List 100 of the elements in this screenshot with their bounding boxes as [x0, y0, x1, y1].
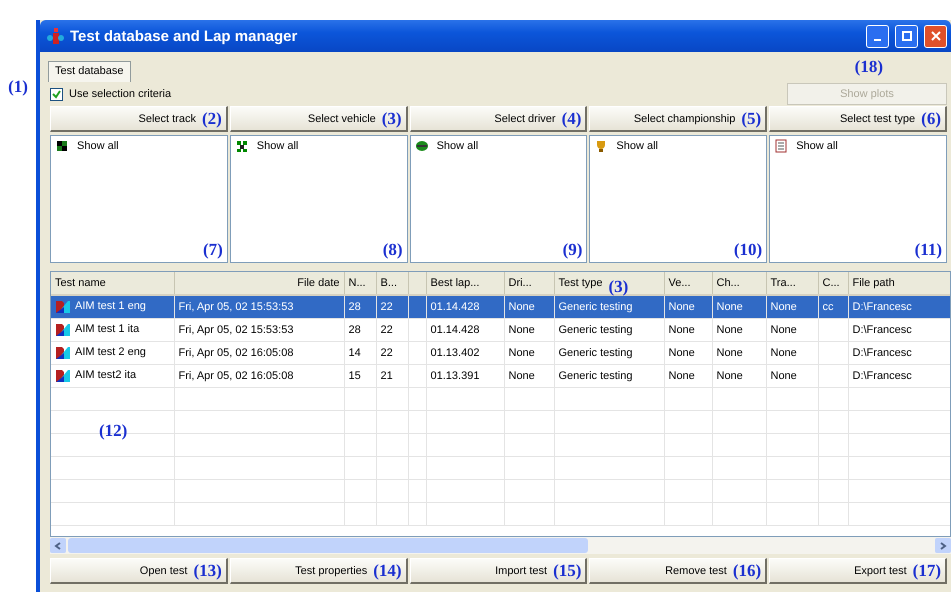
table-cell: None — [664, 342, 712, 364]
button-label: Select track — [138, 112, 196, 124]
table-cell: None — [664, 364, 712, 388]
callout-label: (18) — [854, 58, 883, 76]
button-label: Select test type — [840, 112, 916, 124]
close-button[interactable] — [924, 24, 947, 48]
column-header[interactable]: B... — [376, 272, 408, 295]
button-label: Import test — [495, 564, 548, 576]
checkbox-label: Use selection criteria — [69, 88, 172, 100]
column-header[interactable]: File date — [174, 272, 344, 295]
table-cell: Generic testing — [554, 364, 664, 388]
callout-label: (14) — [373, 562, 402, 580]
table-cell: AIM test 1 eng — [51, 295, 174, 318]
column-header[interactable]: Ve... — [664, 272, 712, 295]
table-cell: None — [766, 295, 818, 318]
column-header[interactable]: Best lap... — [426, 272, 504, 295]
select-button[interactable]: Select test type (6) — [769, 106, 947, 132]
table-cell: 22 — [376, 295, 408, 318]
column-header[interactable]: Dri... — [504, 272, 554, 295]
table-cell: D:\Francesc — [848, 364, 950, 388]
table-cell: 28 — [344, 318, 376, 342]
table-cell: 22 — [376, 342, 408, 364]
table-cell: Generic testing — [554, 295, 664, 318]
select-button[interactable]: Select track (2) — [50, 106, 228, 132]
callout-label: (12) — [99, 422, 128, 440]
callout-label: (13) — [193, 562, 222, 580]
button-label: Remove test — [665, 564, 727, 576]
button-label: Export test — [854, 564, 907, 576]
checkered-icon — [234, 139, 249, 153]
table-cell: None — [664, 295, 712, 318]
table-cell: AIM test2 ita — [51, 364, 174, 388]
table-cell: None — [712, 318, 766, 342]
table-cell — [818, 318, 848, 342]
minimize-button[interactable] — [866, 24, 889, 48]
table-cell: None — [504, 342, 554, 364]
table-cell: 01.13.402 — [426, 342, 504, 364]
list-item[interactable]: Show all — [436, 140, 478, 152]
column-header[interactable]: Tra... — [766, 272, 818, 295]
table-cell: Fri, Apr 05, 02 15:53:53 — [174, 295, 344, 318]
maximize-icon — [902, 31, 912, 41]
table-cell: D:\Francesc — [848, 295, 950, 318]
table-cell: None — [712, 364, 766, 388]
table-cell: 01.13.391 — [426, 364, 504, 388]
callout-label: (1) — [8, 78, 28, 96]
callout-label: (2) — [202, 110, 222, 128]
table-cell: 28 — [344, 295, 376, 318]
callout-label: (4) — [562, 110, 582, 128]
table-cell: None — [504, 295, 554, 318]
select-button[interactable]: Select vehicle (3) — [230, 106, 408, 132]
table-cell: AIM test 2 eng — [51, 342, 174, 364]
table-cell: AIM test 1 ita — [51, 318, 174, 342]
action-button[interactable]: Import test (15) — [410, 558, 588, 584]
minimize-icon — [874, 39, 881, 41]
column-header[interactable]: Test name — [51, 272, 174, 295]
button-label: Select championship — [634, 112, 736, 124]
table-cell: None — [766, 342, 818, 364]
action-button[interactable]: Remove test (16) — [589, 558, 768, 584]
select-button[interactable]: Select driver (4) — [410, 106, 588, 132]
column-header[interactable]: Test type (3) — [554, 272, 664, 295]
table-cell: None — [504, 318, 554, 342]
horizontal-scrollbar[interactable] — [50, 537, 951, 554]
table-cell: None — [504, 364, 554, 388]
table-cell — [408, 342, 426, 364]
table-cell: None — [766, 318, 818, 342]
column-header[interactable]: C... — [818, 272, 848, 295]
list-item[interactable]: Show all — [77, 140, 119, 152]
table-cell — [408, 295, 426, 318]
column-header[interactable]: Ch... — [712, 272, 766, 295]
list-icon — [774, 139, 788, 153]
tab[interactable]: Test database — [48, 61, 130, 82]
maximize-button[interactable] — [895, 24, 918, 48]
list-item[interactable]: Show all — [256, 140, 298, 152]
table-cell: 01.14.428 — [426, 295, 504, 318]
callout-label: (17) — [912, 562, 941, 580]
table-cell: Generic testing — [554, 342, 664, 364]
checkbox[interactable] — [50, 88, 63, 100]
flag-icon — [55, 139, 69, 153]
button-label: Select vehicle — [308, 112, 376, 124]
column-header[interactable]: N... — [344, 272, 376, 295]
table-cell: None — [712, 295, 766, 318]
table-cell: 01.14.428 — [426, 318, 504, 342]
callout-label: (16) — [732, 562, 762, 580]
callout-label: (9) — [562, 241, 582, 259]
column-header[interactable]: File path — [848, 272, 950, 295]
select-button[interactable]: Select championship (5) — [589, 106, 768, 132]
action-button[interactable]: Open test (13) — [50, 558, 228, 584]
table-cell — [818, 342, 848, 364]
action-button[interactable]: Test properties (14) — [230, 558, 408, 584]
close-icon — [930, 31, 940, 41]
table-cell: Fri, Apr 05, 02 15:53:53 — [174, 318, 344, 342]
list-item[interactable]: Show all — [796, 140, 838, 152]
table-cell: None — [664, 318, 712, 342]
callout-label: (3) — [608, 278, 628, 296]
button-label: Test properties — [295, 564, 368, 576]
callout-label: (11) — [914, 241, 942, 259]
callout-label: (5) — [741, 110, 762, 128]
action-button[interactable]: Export test (17) — [769, 558, 947, 584]
helmet-icon — [414, 139, 429, 153]
table-cell: 21 — [376, 364, 408, 388]
list-item[interactable]: Show all — [616, 140, 658, 152]
